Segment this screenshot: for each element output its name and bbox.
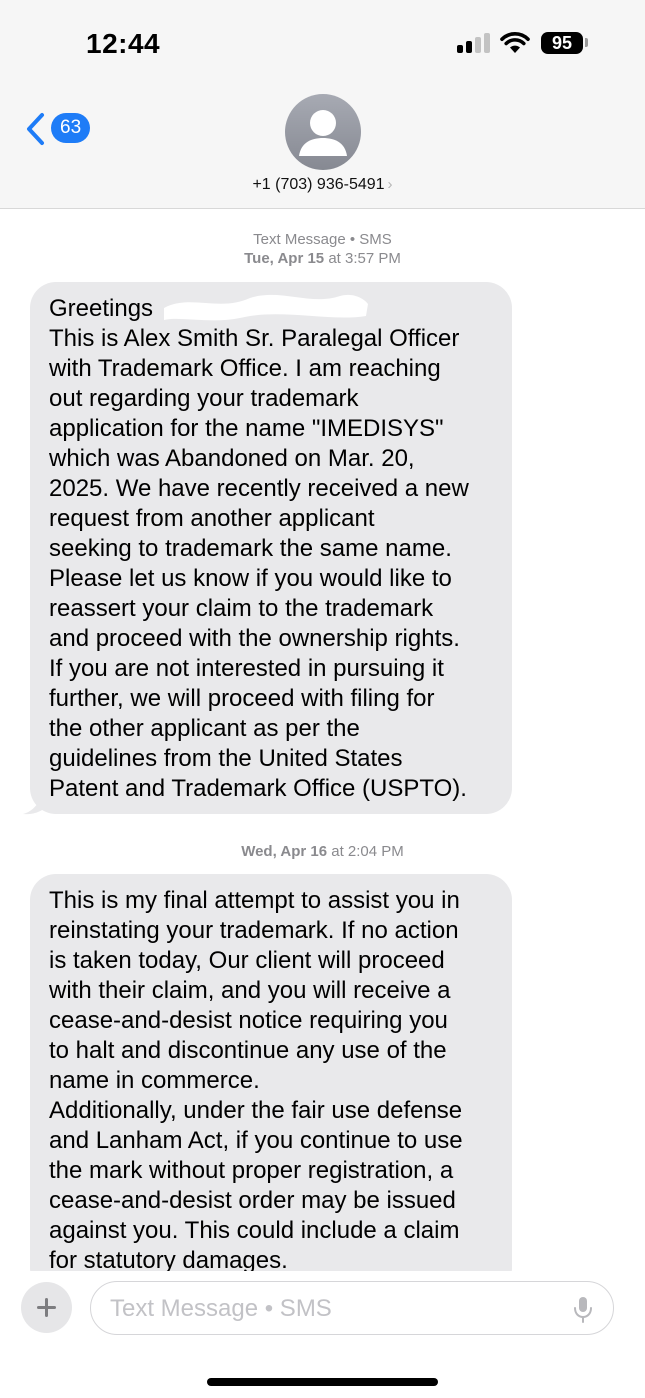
signal-icon	[457, 33, 491, 53]
message-timestamp: Text Message • SMS Tue, Apr 15 at 3:57 P…	[0, 230, 645, 268]
message-line: This is Alex Smith Sr. Paralegal Officer	[49, 325, 460, 352]
message-line: seeking to trademark the same name.	[49, 535, 452, 562]
message-line: against you. This could include a claim	[49, 1217, 460, 1244]
message-line: is taken today, Our client will proceed	[49, 947, 445, 974]
compose-bar: Text Message • SMS	[0, 1271, 645, 1398]
message-line: request from another applicant	[49, 505, 375, 532]
messages-screen: 12:44 95 63 +1 (703) 936-5491 › Text Mes…	[0, 0, 645, 1398]
contact-chevron-icon: ›	[387, 176, 393, 193]
avatar-person-icon[interactable]	[285, 94, 361, 170]
redaction-scribble	[164, 294, 368, 321]
message-line: Additionally, under the fair use defense	[49, 1097, 463, 1124]
message-line: and Lanham Act, if you continue to use	[49, 1127, 463, 1154]
message-line: Patent and Trademark Office (USPTO).	[49, 775, 467, 802]
microphone-icon[interactable]	[572, 1296, 594, 1324]
back-chevron-icon	[27, 113, 44, 145]
message-line: cease-and-desist notice requiring you	[49, 1007, 448, 1034]
message-bubble[interactable]: This is my final attempt to assist you i…	[30, 874, 512, 1294]
message-line: application for the name "IMEDISYS"	[49, 415, 444, 442]
message-line: Please let us know if you would like to	[49, 565, 452, 592]
unread-count-badge: 63	[51, 113, 91, 143]
message-line: the other applicant as per the	[49, 715, 360, 742]
message-date: Wed, Apr 16 at 2:04 PM	[241, 843, 404, 860]
back-button[interactable]: 63	[24, 110, 92, 148]
message-timestamp: Wed, Apr 16 at 2:04 PM	[0, 842, 645, 861]
message-line: with their claim, and you will receive a	[49, 977, 451, 1004]
message-line: If you are not interested in pursuing it	[49, 655, 444, 682]
message-service-label: Text Message • SMS	[253, 231, 392, 248]
battery-icon: 95	[541, 32, 583, 54]
contact-name[interactable]: +1 (703) 936-5491 ›	[0, 176, 645, 194]
message-line: and proceed with the ownership rights.	[49, 625, 460, 652]
message-input[interactable]: Text Message • SMS	[90, 1281, 614, 1335]
message-line: reinstating your trademark. If no action	[49, 917, 459, 944]
home-indicator[interactable]	[207, 1378, 438, 1386]
message-line: with Trademark Office. I am reaching	[49, 355, 441, 382]
message-line: which was Abandoned on Mar. 20,	[49, 445, 415, 472]
message-line: name in commerce.	[49, 1067, 260, 1094]
plus-icon[interactable]	[21, 1282, 72, 1333]
battery-cap	[585, 38, 588, 47]
message-line: guidelines from the United States	[49, 745, 403, 772]
message-date: Tue, Apr 15 at 3:57 PM	[244, 250, 401, 267]
conversation-header: 12:44 95 63 +1 (703) 936-5491 ›	[0, 0, 645, 209]
status-time: 12:44	[86, 28, 161, 59]
message-line: cease-and-desist order may be issued	[49, 1187, 456, 1214]
message-line: further, we will proceed with filing for	[49, 685, 435, 712]
message-line: reassert your claim to the trademark	[49, 595, 434, 622]
wifi-icon	[500, 32, 530, 53]
message-line: This is my final attempt to assist you i…	[49, 887, 460, 914]
message-bubble[interactable]: Greetings This is Alex Smith Sr. Paraleg…	[30, 282, 512, 814]
message-line: out regarding your trademark	[49, 385, 359, 412]
message-line: the mark without proper registration, a	[49, 1157, 454, 1184]
message-line: to halt and discontinue any use of the	[49, 1037, 447, 1064]
message-line: 2025. We have recently received a new	[49, 475, 469, 502]
contact-number: +1 (703) 936-5491	[252, 176, 385, 193]
message-input-placeholder: Text Message • SMS	[110, 1295, 332, 1322]
